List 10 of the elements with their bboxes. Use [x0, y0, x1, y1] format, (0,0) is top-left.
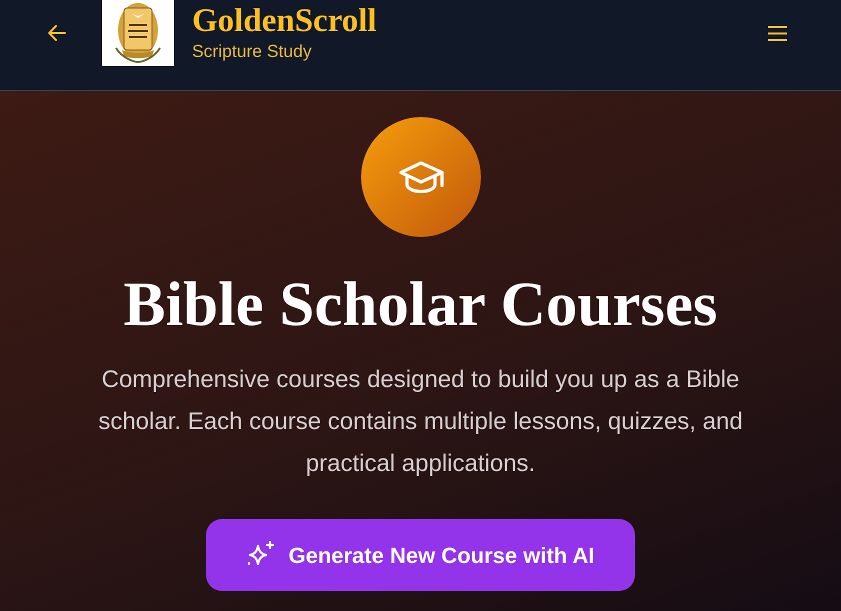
- app-title: GoldenScroll: [192, 4, 377, 38]
- menu-icon: [768, 26, 787, 40]
- back-arrow-icon: [48, 25, 66, 41]
- generate-course-button[interactable]: Generate New Course with AI: [206, 519, 635, 591]
- graduation-cap-icon: [360, 117, 480, 237]
- menu-button[interactable]: [768, 26, 787, 40]
- page-heading: Bible Scholar Courses: [122, 271, 718, 338]
- page-description: Comprehensive courses designed to build you up as a Bible scholar. Each course contains multiple lessons, quizzes, and practical applications.: [97, 365, 744, 479]
- app-subtitle: Scripture Study: [192, 41, 313, 62]
- back-button[interactable]: [48, 25, 66, 41]
